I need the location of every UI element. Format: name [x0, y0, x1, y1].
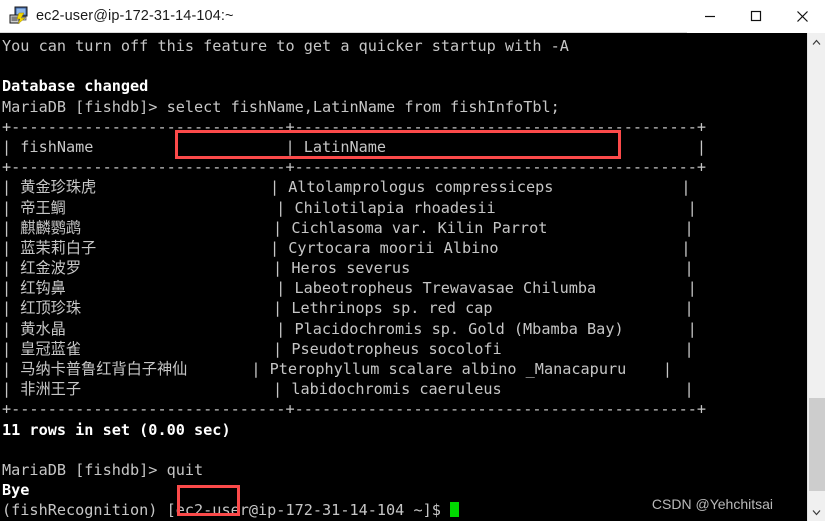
terminal-line: | 红钩鼻 | Labeotropheus Trewavasae Chilumb…	[2, 279, 697, 298]
titlebar-left-group: ec2-user@ip-172-31-14-104:~	[0, 6, 687, 26]
terminal-line: | 红金波罗 | Heros severus |	[2, 259, 694, 278]
scrollbar-up-button[interactable]	[808, 33, 825, 51]
close-icon	[796, 10, 808, 22]
terminal-line: | 红顶珍珠 | Lethrinops sp. red cap |	[2, 299, 694, 318]
terminal-line: | fishName | LatinName |	[2, 137, 707, 156]
vertical-scrollbar[interactable]	[807, 33, 825, 521]
terminal-line: | 黄水晶 | Placidochromis sp. Gold (Mbamba …	[2, 319, 697, 338]
terminal-line: 11 rows in set (0.00 sec)	[2, 420, 231, 439]
terminal-line: | 马纳卡普鲁红背白子神仙 | Pterophyllum scalare alb…	[2, 360, 672, 378]
putty-terminal-window: ec2-user@ip-172-31-14-104:~ You can turn…	[0, 0, 825, 521]
terminal-screen[interactable]: You can turn off this feature to get a q…	[0, 33, 807, 521]
terminal-line: +------------------------------+--------…	[2, 158, 707, 177]
terminal-line: | 帝王鲷 | Chilotilapia rhoadesii |	[2, 198, 697, 217]
terminal-line: Database changed	[2, 77, 149, 96]
window-controls	[687, 0, 825, 33]
window-titlebar: ec2-user@ip-172-31-14-104:~	[0, 0, 825, 33]
watermark-text: CSDN @Yehchitsai	[651, 496, 773, 512]
chevron-down-icon	[812, 509, 821, 515]
chevron-up-icon	[812, 39, 821, 45]
maximize-icon	[750, 10, 762, 22]
terminal-line: +------------------------------+--------…	[2, 117, 707, 136]
close-button[interactable]	[779, 0, 825, 33]
terminal-cursor	[450, 502, 460, 518]
minimize-icon	[705, 15, 715, 18]
terminal-line: You can turn off this feature to get a q…	[2, 37, 569, 55]
terminal-line: | 非洲王子 | labidochromis caeruleus |	[2, 380, 694, 399]
putty-terminal-icon	[9, 6, 29, 26]
terminal-line: | 麒麟鹦鹉 | Cichlasoma var. Kilin Parrot |	[2, 218, 694, 237]
scrollbar-thumb[interactable]	[809, 398, 825, 491]
terminal-line: +------------------------------+--------…	[2, 400, 707, 419]
minimize-button[interactable]	[687, 0, 733, 33]
window-title-text: ec2-user@ip-172-31-14-104:~	[36, 8, 234, 24]
scrollbar-down-button[interactable]	[808, 503, 825, 521]
terminal-line: | 黄金珍珠虎 | Altolamprologus compressiceps …	[2, 178, 691, 197]
terminal-line: | 皇冠蓝雀 | Pseudotropheus socolofi |	[2, 339, 694, 358]
terminal-line: MariaDB [fishdb]> quit	[2, 460, 204, 479]
terminal-output: You can turn off this feature to get a q…	[0, 33, 807, 521]
terminal-line: MariaDB [fishdb]> select fishName,LatinN…	[2, 97, 560, 116]
terminal-line: | 蓝茉莉白子 | Cyrtocara moorii Albino |	[2, 238, 691, 257]
maximize-button[interactable]	[733, 0, 779, 33]
